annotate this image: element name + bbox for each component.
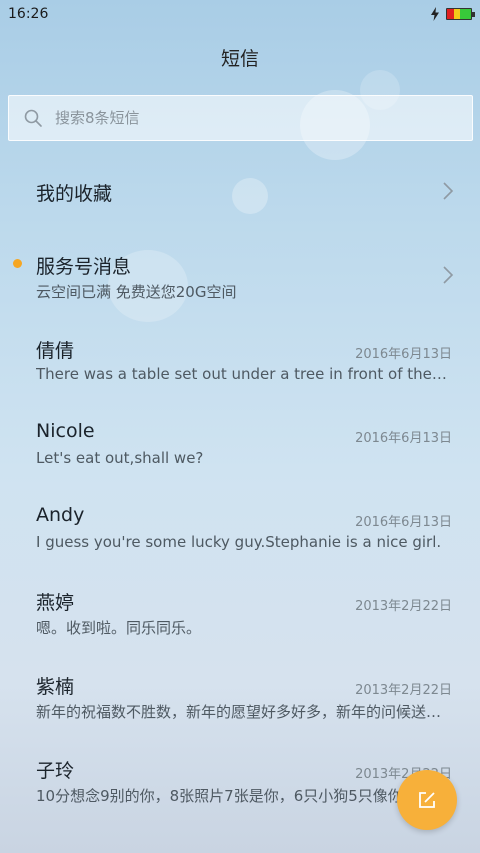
message-preview: 新年的祝福数不胜数，新年的愿望好多好多，新年的问候送给你 — [36, 703, 450, 721]
contact-name: 燕婷 — [36, 592, 75, 614]
favorites-label: 我的收藏 — [36, 183, 113, 205]
message-preview: There was a table set out under a tree i… — [36, 365, 450, 383]
message-date: 2016年6月13日 — [355, 347, 452, 362]
search-bar[interactable] — [8, 95, 473, 141]
message-date: 2016年6月13日 — [355, 515, 452, 530]
message-date: 2016年6月13日 — [355, 431, 452, 446]
chevron-right-icon — [443, 182, 454, 200]
conversation-row[interactable]: 倩倩 2016年6月13日 There was a table set out … — [0, 318, 480, 402]
message-preview: Let's eat out,shall we? — [36, 449, 204, 467]
service-title: 服务号消息 — [36, 256, 132, 278]
contact-name: 子玲 — [36, 760, 75, 782]
favorites-row[interactable]: 我的收藏 — [0, 150, 480, 234]
contact-name: 紫楠 — [36, 676, 75, 698]
status-bar: 16:26 — [0, 0, 480, 28]
contact-name: 倩倩 — [36, 340, 75, 362]
conversation-row[interactable]: 紫楠 2013年2月22日 新年的祝福数不胜数，新年的愿望好多好多，新年的问候送… — [0, 654, 480, 738]
conversation-row[interactable]: Andy 2016年6月13日 I guess you're some luck… — [0, 486, 480, 570]
message-preview: I guess you're some lucky guy.Stephanie … — [36, 533, 442, 551]
search-input[interactable] — [55, 109, 435, 127]
battery-icon — [446, 8, 475, 20]
service-messages-row[interactable]: 服务号消息 云空间已满 免费送您20G空间 — [0, 234, 480, 318]
message-date: 2013年2月22日 — [355, 683, 452, 698]
contact-name: Andy — [36, 504, 85, 526]
conversation-row[interactable]: Nicole 2016年6月13日 Let's eat out,shall we… — [0, 402, 480, 486]
compose-button[interactable] — [397, 770, 457, 830]
page-title: 短信 — [220, 48, 259, 70]
status-time: 16:26 — [8, 6, 49, 22]
message-preview: 10分想念9别的你，8张照片7张是你，6只小狗5只像你 — [36, 787, 403, 805]
contact-name: Nicole — [36, 420, 95, 442]
search-icon — [24, 109, 42, 127]
edit-icon — [419, 792, 435, 808]
unread-dot — [13, 259, 22, 268]
message-preview: 嗯。收到啦。同乐同乐。 — [36, 619, 202, 637]
status-icons — [430, 7, 475, 21]
charging-icon — [431, 7, 439, 21]
chevron-right-icon — [443, 266, 454, 284]
message-date: 2013年2月22日 — [355, 599, 452, 614]
conversation-row[interactable]: 燕婷 2013年2月22日 嗯。收到啦。同乐同乐。 — [0, 570, 480, 654]
service-preview: 云空间已满 免费送您20G空间 — [36, 283, 237, 301]
